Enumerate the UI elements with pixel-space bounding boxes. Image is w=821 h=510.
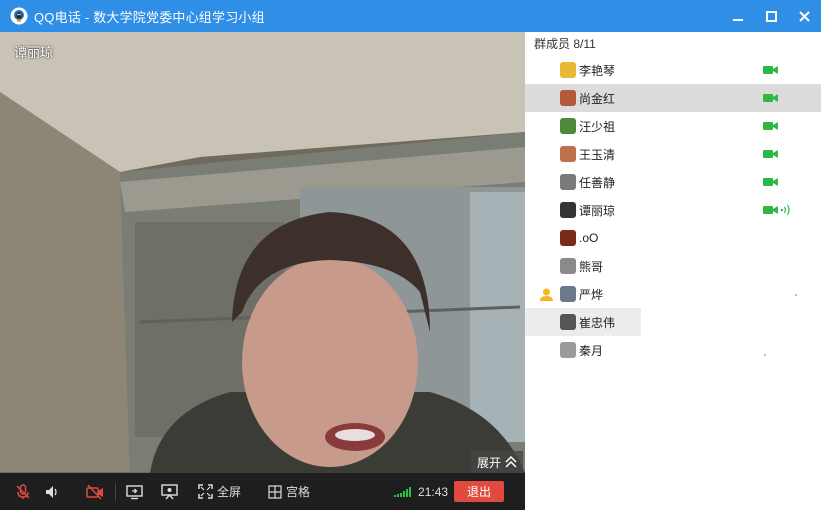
camera-off-icon	[86, 483, 103, 500]
video-feed[interactable]: 谭丽琼 展开	[0, 32, 525, 473]
camera-on-icon	[763, 66, 778, 74]
mic-muted-icon	[16, 483, 30, 499]
member-avatar	[560, 230, 576, 246]
video-frame	[0, 32, 525, 473]
speaker-icon	[46, 485, 57, 498]
maximize-icon	[766, 10, 777, 22]
member-name: 熊哥	[579, 259, 604, 274]
camera-on-icon	[763, 94, 778, 102]
member-avatar	[560, 258, 576, 274]
member-panel: 群成员 8/11 李艳琴尚金红汪少祖王玉清任善静谭丽琼 .oO 熊哥严烨崔忠伟秦月	[525, 32, 821, 510]
member-name: 崔忠伟	[579, 315, 616, 330]
chevron-up-double-icon	[505, 456, 517, 468]
grid-view-button[interactable]: 宫格	[268, 473, 310, 510]
title-separator: -	[81, 9, 94, 25]
minimize-button[interactable]	[722, 0, 755, 32]
member-name: 汪少祖	[579, 119, 616, 134]
signal-strength-icon	[394, 486, 412, 497]
member-row[interactable]: 严烨	[525, 280, 821, 308]
qq-call-logo-icon	[10, 7, 28, 25]
member-name: .oO	[579, 231, 599, 245]
network-signal	[394, 473, 412, 510]
member-name: 李艳琴	[579, 63, 616, 78]
grid-icon	[268, 484, 282, 499]
group-owner-icon	[540, 288, 553, 301]
member-row[interactable]: 秦月	[525, 336, 821, 364]
member-avatar	[560, 342, 576, 358]
presentation-icon	[160, 483, 178, 499]
member-name: 王玉清	[579, 147, 616, 162]
speaking-icon	[780, 204, 790, 216]
fullscreen-button[interactable]: 全屏	[198, 473, 241, 510]
share-screen-icon	[125, 484, 143, 499]
call-toolbar: 全屏 宫格 21:43 退出	[0, 473, 525, 510]
panel-dot	[764, 354, 766, 356]
member-avatar	[560, 202, 576, 218]
grid-label: 宫格	[286, 485, 311, 499]
member-row[interactable]: 尚金红	[525, 84, 821, 112]
close-icon	[799, 10, 810, 22]
member-name: 任善静	[579, 175, 616, 190]
speaker-button[interactable]	[40, 473, 64, 510]
toolbar-divider	[115, 482, 116, 501]
exit-call-button[interactable]: 退出	[454, 481, 505, 502]
member-name: 严烨	[579, 287, 604, 302]
member-count-header: 群成员 8/11	[534, 36, 596, 51]
group-name: 数大学院党委中心组学习小组	[93, 9, 265, 25]
member-avatar	[560, 146, 576, 162]
member-avatar	[560, 118, 576, 134]
title-bar: QQ电话 - 数大学院党委中心组学习小组	[0, 0, 821, 32]
expand-label: 展开	[476, 455, 501, 470]
camera-off-button[interactable]	[83, 473, 107, 510]
camera-on-icon	[763, 206, 778, 214]
minimize-icon	[733, 18, 743, 21]
member-avatar	[560, 286, 576, 302]
camera-on-icon	[763, 150, 778, 158]
member-row[interactable]: 王玉清	[525, 140, 821, 168]
member-name: 尚金红	[579, 91, 616, 106]
app-name: QQ电话	[34, 9, 82, 25]
member-name: 谭丽琼	[579, 203, 616, 218]
close-button[interactable]	[788, 0, 821, 32]
member-row[interactable]: 熊哥	[525, 252, 821, 280]
member-row[interactable]: 谭丽琼	[525, 196, 821, 224]
speaker-name: 谭丽琼	[14, 45, 54, 60]
window-title: QQ电话 - 数大学院党委中心组学习小组	[34, 7, 265, 26]
member-row[interactable]: 任善静	[525, 168, 821, 196]
maximize-button[interactable]	[755, 0, 788, 32]
panel-dot	[795, 294, 797, 296]
share-screen-button[interactable]	[122, 473, 146, 510]
member-avatar	[560, 174, 576, 190]
member-row[interactable]: 李艳琴	[525, 56, 821, 84]
member-avatar	[560, 90, 576, 106]
fullscreen-icon	[198, 484, 213, 499]
presentation-button[interactable]	[157, 473, 181, 510]
mute-mic-button[interactable]	[11, 473, 35, 510]
member-row[interactable]: 崔忠伟	[525, 308, 641, 336]
member-row[interactable]: 汪少祖	[525, 112, 821, 140]
member-name: 秦月	[579, 343, 604, 358]
camera-on-icon	[763, 122, 778, 130]
fullscreen-label: 全屏	[217, 485, 242, 499]
camera-on-icon	[763, 178, 778, 186]
expand-button[interactable]: 展开	[471, 451, 523, 473]
member-avatar	[560, 62, 576, 78]
member-row[interactable]: .oO	[525, 224, 821, 252]
member-avatar	[560, 314, 576, 330]
call-timer: 21:43	[418, 484, 449, 499]
